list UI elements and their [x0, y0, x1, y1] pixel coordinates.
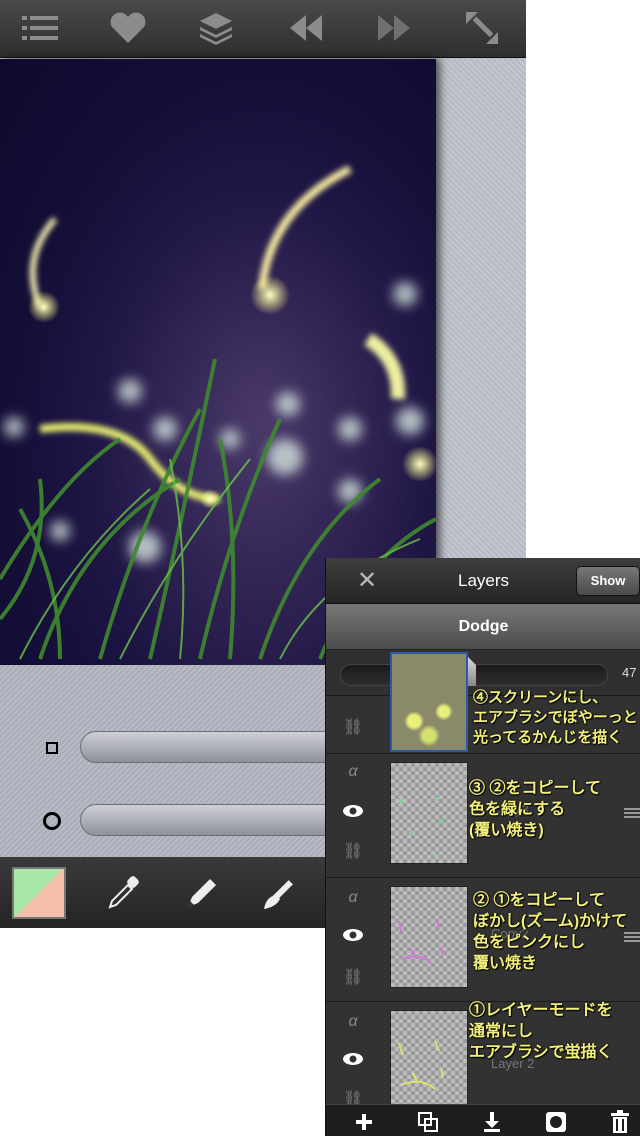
layers-panel: ✕ Layers Show Dodge 47 ⛓ ④スクリーンにし、 エアブラシ…	[325, 558, 640, 1136]
layers-footer	[326, 1104, 640, 1136]
eye-icon[interactable]	[340, 928, 366, 948]
layer-row[interactable]: α ⛓ Copy3 ③ ②をコピーして 色を緑にする (覆い焼き)	[326, 754, 640, 878]
layer-note: ④スクリーンにし、 エアブラシでぼやーっと 光ってるかんじを描く	[473, 689, 638, 746]
alpha-lock-icon[interactable]: α	[340, 762, 366, 782]
duplicate-icon[interactable]	[414, 1109, 442, 1135]
layers-icon[interactable]	[186, 4, 246, 52]
show-button[interactable]: Show	[576, 566, 640, 596]
blend-mode-button[interactable]: Dodge	[326, 604, 640, 650]
layer-row[interactable]: α ⛓ Copy2 ② ①をコピーして ぼかし(ズーム)かけて 色をピンクにし …	[326, 878, 640, 1002]
link-icon[interactable]: ⛓	[340, 968, 366, 988]
merge-down-icon[interactable]	[478, 1109, 506, 1135]
layer-thumbnail	[390, 652, 468, 752]
layer-note: ② ①をコピーして ぼかし(ズーム)かけて 色をピンクにし 覆い焼き	[473, 892, 628, 972]
alpha-lock-icon[interactable]: α	[340, 1012, 366, 1032]
layer-note: ③ ②をコピーして 色を緑にする (覆い焼き)	[469, 780, 601, 839]
link-icon[interactable]: ⛓	[340, 718, 366, 738]
alpha-lock-icon[interactable]: α	[340, 888, 366, 908]
circle-icon	[43, 812, 61, 830]
heart-icon[interactable]	[98, 4, 158, 52]
add-icon[interactable]	[350, 1109, 378, 1135]
layer-thumbnail	[390, 762, 468, 864]
list-icon[interactable]	[10, 4, 70, 52]
layers-header: ✕ Layers Show	[326, 558, 640, 604]
layer-thumbnail	[390, 886, 468, 988]
eye-icon[interactable]	[340, 804, 366, 824]
layer-note: ①レイヤーモードを 通常にし エアブラシで蛍描く	[469, 1002, 613, 1061]
eyedropper-icon[interactable]	[102, 871, 146, 915]
color-swatch[interactable]	[12, 867, 66, 919]
eye-icon[interactable]	[340, 1052, 366, 1072]
brush-icon[interactable]	[258, 871, 302, 915]
pencil-icon[interactable]	[180, 871, 224, 915]
link-icon[interactable]: ⛓	[340, 842, 366, 862]
square-icon	[46, 742, 58, 754]
top-toolbar	[0, 0, 526, 58]
expand-icon[interactable]	[452, 4, 512, 52]
layer-row[interactable]: ⛓ ④スクリーンにし、 エアブラシでぼやーっと 光ってるかんじを描く	[326, 652, 640, 754]
layer-thumbnail	[390, 1010, 468, 1112]
reorder-handle[interactable]	[624, 808, 640, 818]
rewind-icon[interactable]	[276, 4, 336, 52]
mask-icon[interactable]	[542, 1109, 570, 1135]
fast-forward-icon[interactable]	[364, 4, 424, 52]
trash-icon[interactable]	[606, 1109, 634, 1135]
